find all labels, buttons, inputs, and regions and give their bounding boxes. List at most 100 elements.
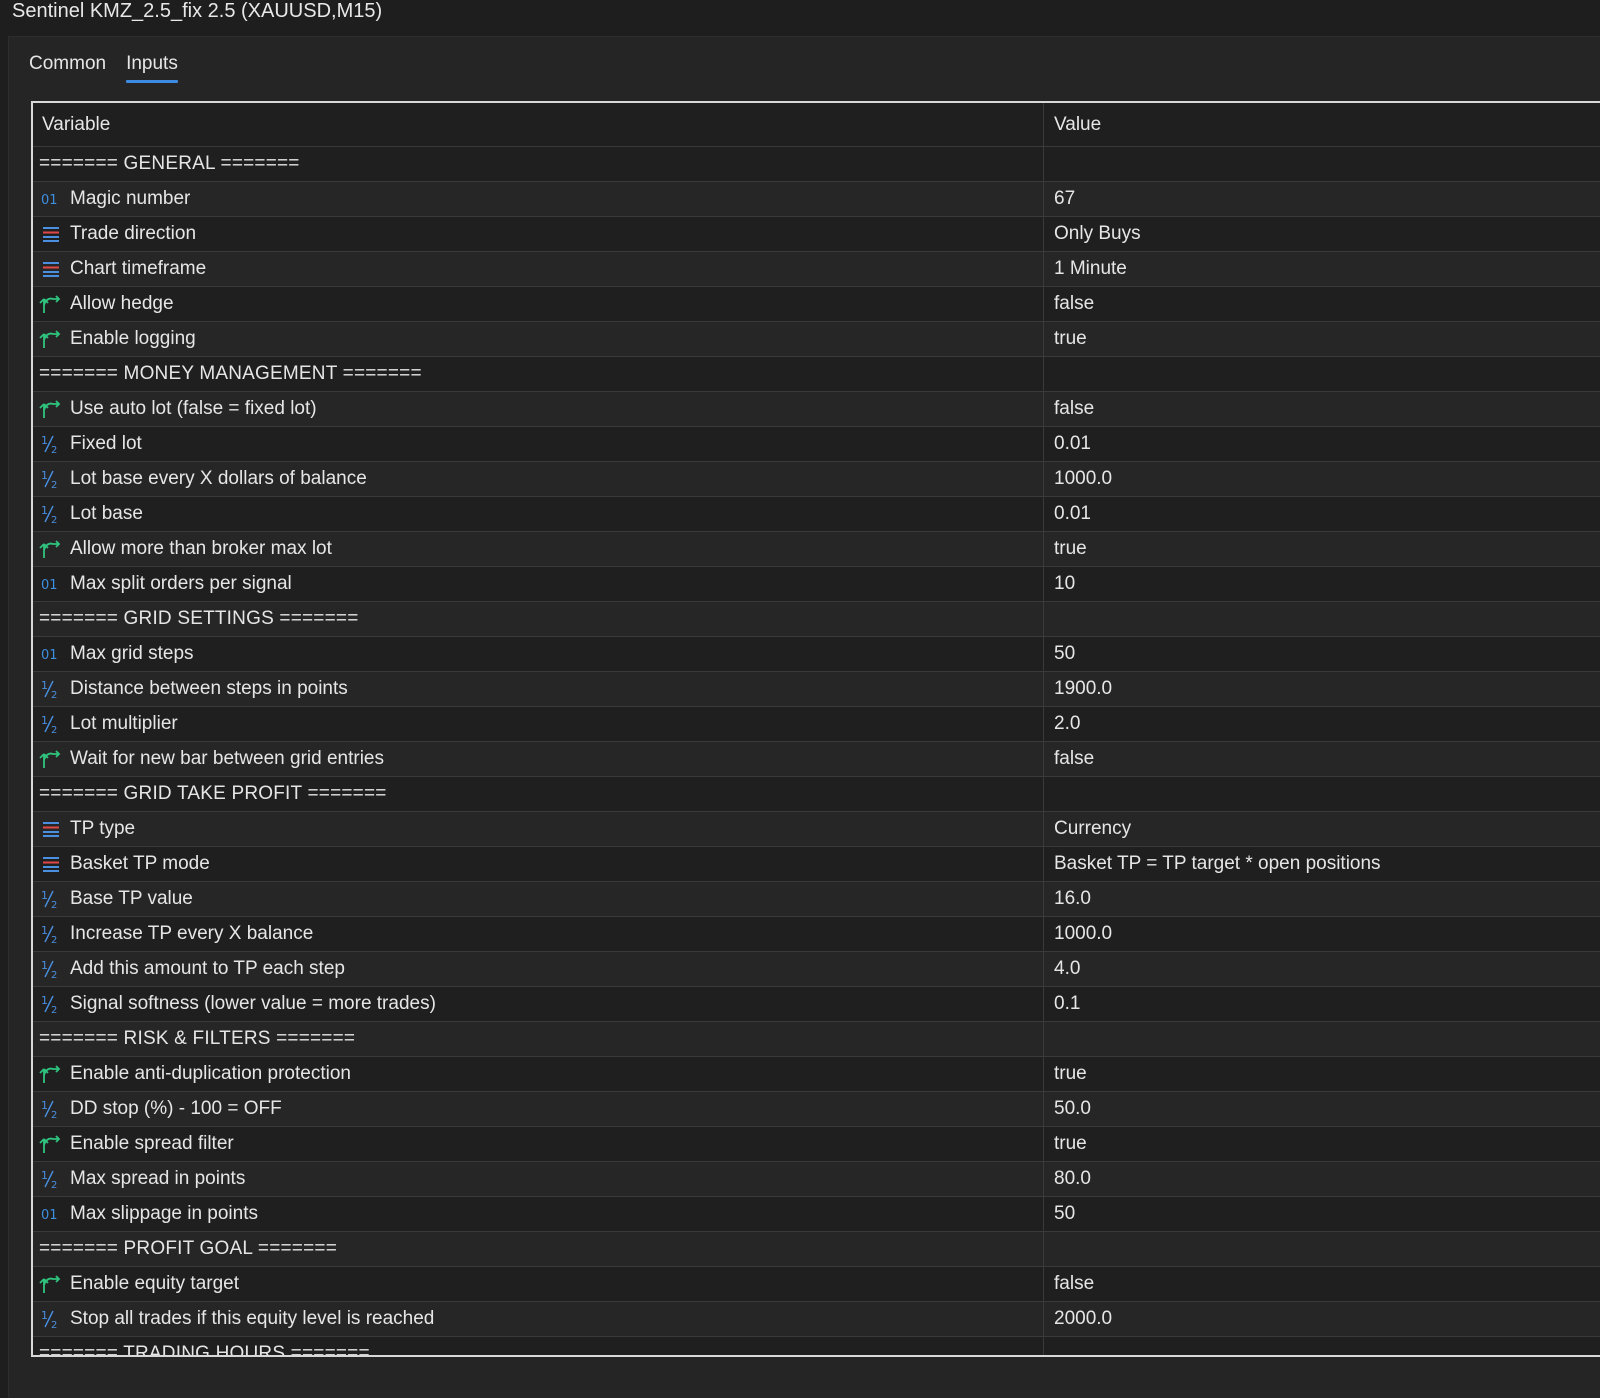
table-row[interactable]: 1 2 DD stop (%) - 100 = OFF 50.0 xyxy=(33,1092,1600,1127)
value-cell[interactable]: true xyxy=(1044,322,1600,356)
table-row[interactable]: 1 2 Lot base every X dollars of balance 100… xyxy=(33,462,1600,497)
value-cell[interactable]: true xyxy=(1044,1057,1600,1091)
variable-cell[interactable]: 1 2 Max spread in points xyxy=(33,1162,1044,1196)
value-cell[interactable]: 50 xyxy=(1044,1197,1600,1231)
table-row[interactable]: Use auto lot (false = fixed lot) false xyxy=(33,392,1600,427)
variable-cell[interactable]: Enable equity target xyxy=(33,1267,1044,1301)
value-cell[interactable]: Currency xyxy=(1044,812,1600,846)
table-row[interactable]: Wait for new bar between grid entries fal… xyxy=(33,742,1600,777)
table-row[interactable]: Allow hedge false xyxy=(33,287,1600,322)
value-cell[interactable] xyxy=(1044,777,1600,811)
value-cell[interactable]: 16.0 xyxy=(1044,882,1600,916)
table-row[interactable]: 1 2 Fixed lot 0.01 xyxy=(33,427,1600,462)
value-cell[interactable]: 0.1 xyxy=(1044,987,1600,1021)
value-cell[interactable] xyxy=(1044,602,1600,636)
value-cell[interactable]: Basket TP = TP target * open positions xyxy=(1044,847,1600,881)
table-row[interactable]: 1 2 Lot base 0.01 xyxy=(33,497,1600,532)
variable-cell[interactable]: 1 2 Lot multiplier xyxy=(33,707,1044,741)
table-row[interactable]: 01 Max split orders per signal 10 xyxy=(33,567,1600,602)
value-cell[interactable]: 0.01 xyxy=(1044,497,1600,531)
variable-cell[interactable]: 01 Max split orders per signal xyxy=(33,567,1044,601)
value-cell[interactable]: 67 xyxy=(1044,182,1600,216)
value-cell[interactable]: false xyxy=(1044,742,1600,776)
variable-cell[interactable]: ======= MONEY MANAGEMENT ======= xyxy=(33,357,1044,391)
value-cell[interactable]: 50 xyxy=(1044,637,1600,671)
value-cell[interactable]: false xyxy=(1044,287,1600,321)
table-row[interactable]: Allow more than broker max lot true xyxy=(33,532,1600,567)
variable-cell[interactable]: ======= TRADING HOURS ======= xyxy=(33,1337,1044,1355)
table-row[interactable]: Trade direction Only Buys xyxy=(33,217,1600,252)
variable-cell[interactable]: 1 2 Add this amount to TP each step xyxy=(33,952,1044,986)
table-row[interactable]: Chart timeframe 1 Minute xyxy=(33,252,1600,287)
value-cell[interactable] xyxy=(1044,1337,1600,1355)
variable-cell[interactable]: 1 2 Lot base every X dollars of balance xyxy=(33,462,1044,496)
value-cell[interactable] xyxy=(1044,357,1600,391)
variable-cell[interactable]: 1 2 Signal softness (lower value = more tr… xyxy=(33,987,1044,1021)
variable-cell[interactable]: Trade direction xyxy=(33,217,1044,251)
table-row[interactable]: 1 2 Add this amount to TP each step 4.0 xyxy=(33,952,1600,987)
value-cell[interactable] xyxy=(1044,147,1600,181)
variable-cell[interactable]: ======= GRID SETTINGS ======= xyxy=(33,602,1044,636)
variable-cell[interactable]: Enable logging xyxy=(33,322,1044,356)
variable-cell[interactable]: 1 2 DD stop (%) - 100 = OFF xyxy=(33,1092,1044,1126)
table-row[interactable]: 1 2 Distance between steps in points 1900.0 xyxy=(33,672,1600,707)
value-cell[interactable] xyxy=(1044,1022,1600,1056)
table-row[interactable]: Enable anti-duplication protection true xyxy=(33,1057,1600,1092)
table-row[interactable]: 1 2 Increase TP every X balance 1000.0 xyxy=(33,917,1600,952)
value-cell[interactable]: false xyxy=(1044,392,1600,426)
value-cell[interactable]: 1000.0 xyxy=(1044,917,1600,951)
variable-cell[interactable]: ======= RISK & FILTERS ======= xyxy=(33,1022,1044,1056)
variable-cell[interactable]: ======= PROFIT GOAL ======= xyxy=(33,1232,1044,1266)
value-cell[interactable]: 4.0 xyxy=(1044,952,1600,986)
value-cell[interactable]: true xyxy=(1044,1127,1600,1161)
section-row[interactable]: ======= TRADING HOURS ======= xyxy=(33,1337,1600,1355)
value-cell[interactable]: 1 Minute xyxy=(1044,252,1600,286)
variable-cell[interactable]: Enable spread filter xyxy=(33,1127,1044,1161)
variable-cell[interactable]: Basket TP mode xyxy=(33,847,1044,881)
variable-cell[interactable]: Allow more than broker max lot xyxy=(33,532,1044,566)
section-row[interactable]: ======= GENERAL ======= xyxy=(33,147,1600,182)
variable-cell[interactable]: 01 Magic number xyxy=(33,182,1044,216)
variable-cell[interactable]: 1 2 Increase TP every X balance xyxy=(33,917,1044,951)
tab-inputs[interactable]: Inputs xyxy=(118,51,186,83)
value-cell[interactable]: 1000.0 xyxy=(1044,462,1600,496)
value-cell[interactable]: Only Buys xyxy=(1044,217,1600,251)
table-row[interactable]: Enable spread filter true xyxy=(33,1127,1600,1162)
table-row[interactable]: Enable logging true xyxy=(33,322,1600,357)
value-cell[interactable]: 0.01 xyxy=(1044,427,1600,461)
value-cell[interactable]: 1900.0 xyxy=(1044,672,1600,706)
variable-cell[interactable]: TP type xyxy=(33,812,1044,846)
section-row[interactable]: ======= GRID SETTINGS ======= xyxy=(33,602,1600,637)
value-cell[interactable] xyxy=(1044,1232,1600,1266)
value-cell[interactable]: true xyxy=(1044,532,1600,566)
value-cell[interactable]: false xyxy=(1044,1267,1600,1301)
variable-cell[interactable]: Chart timeframe xyxy=(33,252,1044,286)
column-header-value[interactable]: Value xyxy=(1044,103,1600,146)
table-row[interactable]: 1 2 Base TP value 16.0 xyxy=(33,882,1600,917)
value-cell[interactable]: 10 xyxy=(1044,567,1600,601)
variable-cell[interactable]: ======= GENERAL ======= xyxy=(33,147,1044,181)
column-header-variable[interactable]: Variable xyxy=(33,103,1044,146)
table-row[interactable]: 1 2 Max spread in points 80.0 xyxy=(33,1162,1600,1197)
table-row[interactable]: TP type Currency xyxy=(33,812,1600,847)
variable-cell[interactable]: ======= GRID TAKE PROFIT ======= xyxy=(33,777,1044,811)
table-row[interactable]: Enable equity target false xyxy=(33,1267,1600,1302)
table-row[interactable]: 01 Magic number 67 xyxy=(33,182,1600,217)
value-cell[interactable]: 2000.0 xyxy=(1044,1302,1600,1336)
section-row[interactable]: ======= MONEY MANAGEMENT ======= xyxy=(33,357,1600,392)
tab-common[interactable]: Common xyxy=(21,51,114,81)
table-row[interactable]: Basket TP mode Basket TP = TP target * op… xyxy=(33,847,1600,882)
table-row[interactable]: 1 2 Lot multiplier 2.0 xyxy=(33,707,1600,742)
table-row[interactable]: 1 2 Signal softness (lower value = more tr… xyxy=(33,987,1600,1022)
section-row[interactable]: ======= RISK & FILTERS ======= xyxy=(33,1022,1600,1057)
variable-cell[interactable]: 1 2 Stop all trades if this equity level i… xyxy=(33,1302,1044,1336)
variable-cell[interactable]: 1 2 Lot base xyxy=(33,497,1044,531)
section-row[interactable]: ======= PROFIT GOAL ======= xyxy=(33,1232,1600,1267)
table-row[interactable]: 01 Max slippage in points 50 xyxy=(33,1197,1600,1232)
variable-cell[interactable]: 1 2 Base TP value xyxy=(33,882,1044,916)
variable-cell[interactable]: 01 Max slippage in points xyxy=(33,1197,1044,1231)
variable-cell[interactable]: 1 2 Fixed lot xyxy=(33,427,1044,461)
section-row[interactable]: ======= GRID TAKE PROFIT ======= xyxy=(33,777,1600,812)
value-cell[interactable]: 2.0 xyxy=(1044,707,1600,741)
table-row[interactable]: 1 2 Stop all trades if this equity level i… xyxy=(33,1302,1600,1337)
